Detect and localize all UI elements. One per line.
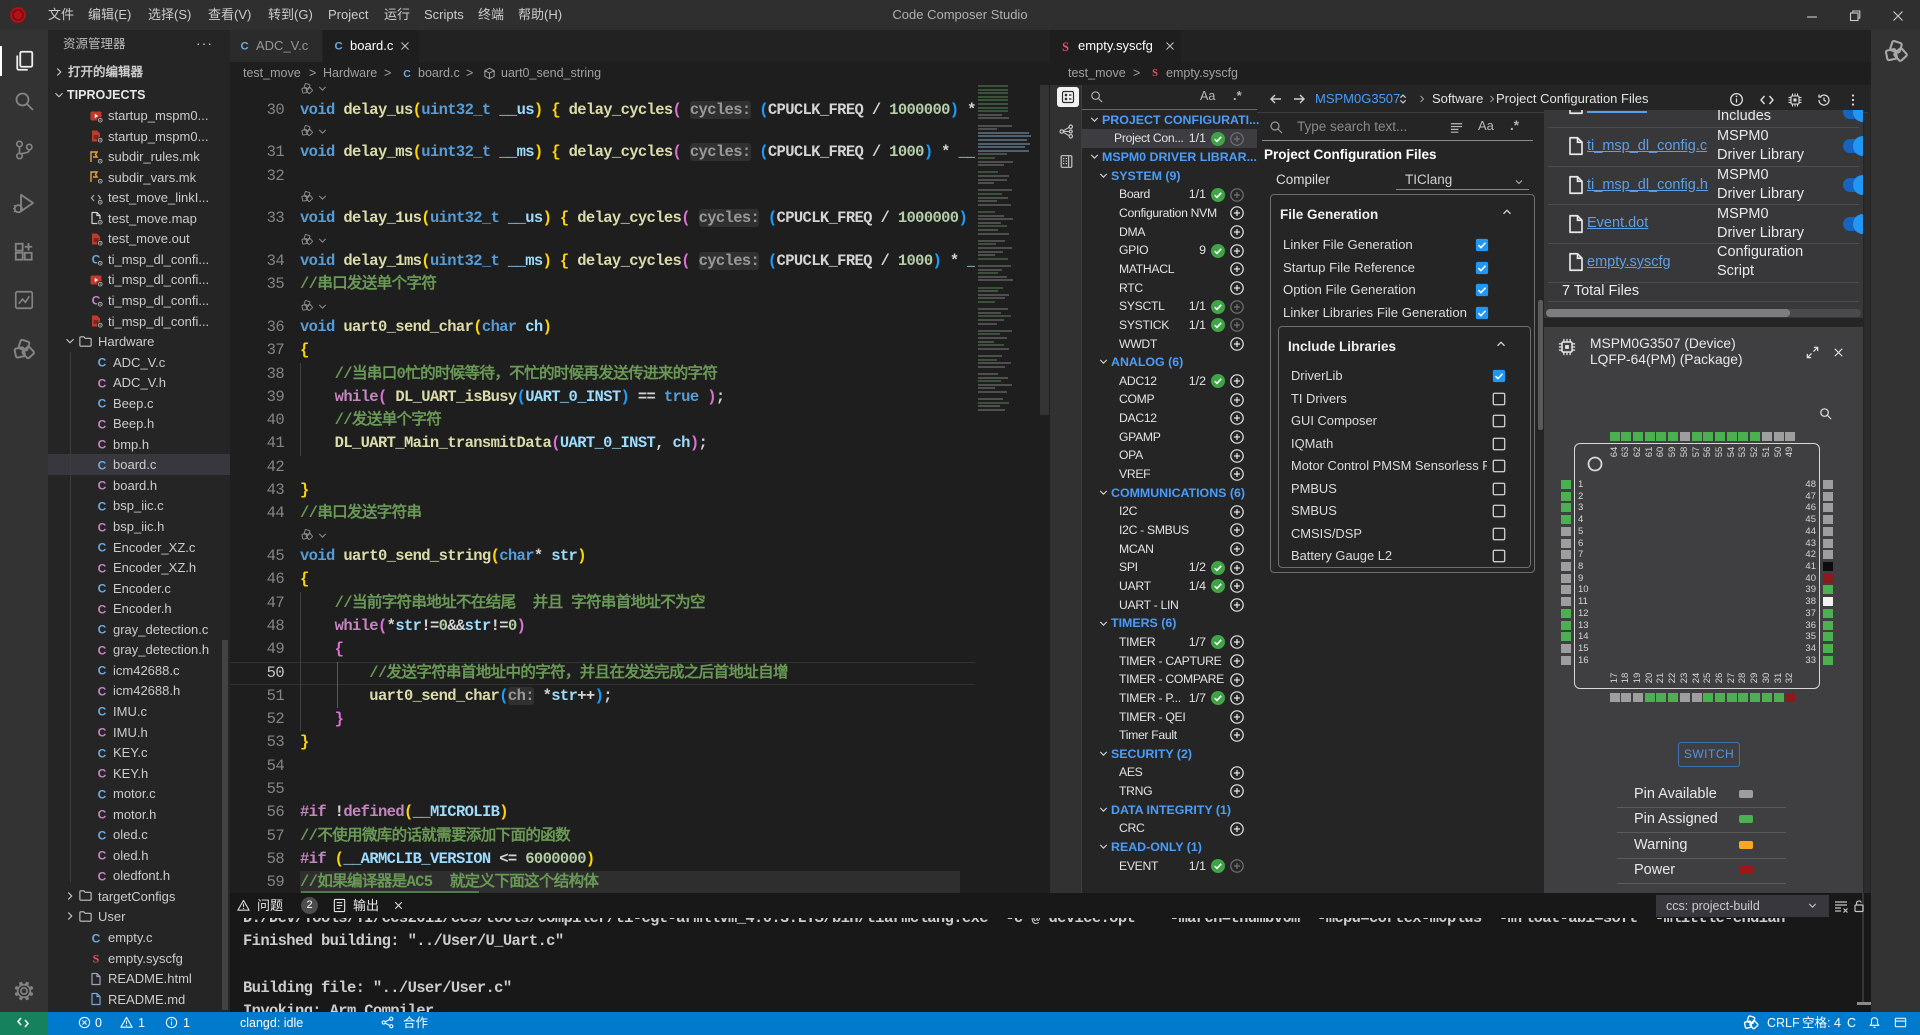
- svg-text:C: C: [98, 541, 107, 555]
- svg-text:C: C: [98, 664, 107, 678]
- svg-text:C: C: [98, 828, 107, 842]
- svg-text:C: C: [98, 417, 107, 431]
- svg-text:C: C: [98, 705, 107, 719]
- svg-text:C: C: [92, 931, 101, 945]
- svg-text:C: C: [98, 602, 107, 616]
- svg-text:C: C: [98, 746, 107, 760]
- svg-text:C: C: [98, 643, 107, 657]
- svg-text:C: C: [98, 726, 107, 740]
- svg-text:C: C: [98, 767, 107, 781]
- svg-text:C: C: [334, 41, 342, 53]
- svg-text:C: C: [98, 356, 107, 370]
- svg-text:C: C: [98, 684, 107, 698]
- svg-text:C: C: [98, 499, 107, 513]
- svg-text:C: C: [240, 41, 248, 53]
- svg-text:C: C: [98, 849, 107, 863]
- svg-text:C: C: [98, 397, 107, 411]
- svg-text:C: C: [98, 479, 107, 493]
- svg-text:S: S: [1152, 68, 1158, 79]
- svg-text:S: S: [1062, 40, 1069, 54]
- svg-text:C: C: [98, 376, 107, 390]
- svg-text:C: C: [98, 458, 107, 472]
- svg-text:C: C: [98, 787, 107, 801]
- svg-text:C: C: [98, 561, 107, 575]
- svg-text:C: C: [98, 520, 107, 534]
- svg-text:S: S: [93, 952, 100, 966]
- svg-text:C: C: [98, 808, 107, 822]
- svg-text:C: C: [98, 869, 107, 883]
- svg-text:C: C: [98, 438, 107, 452]
- svg-text:C: C: [98, 623, 107, 637]
- svg-text:C: C: [98, 582, 107, 596]
